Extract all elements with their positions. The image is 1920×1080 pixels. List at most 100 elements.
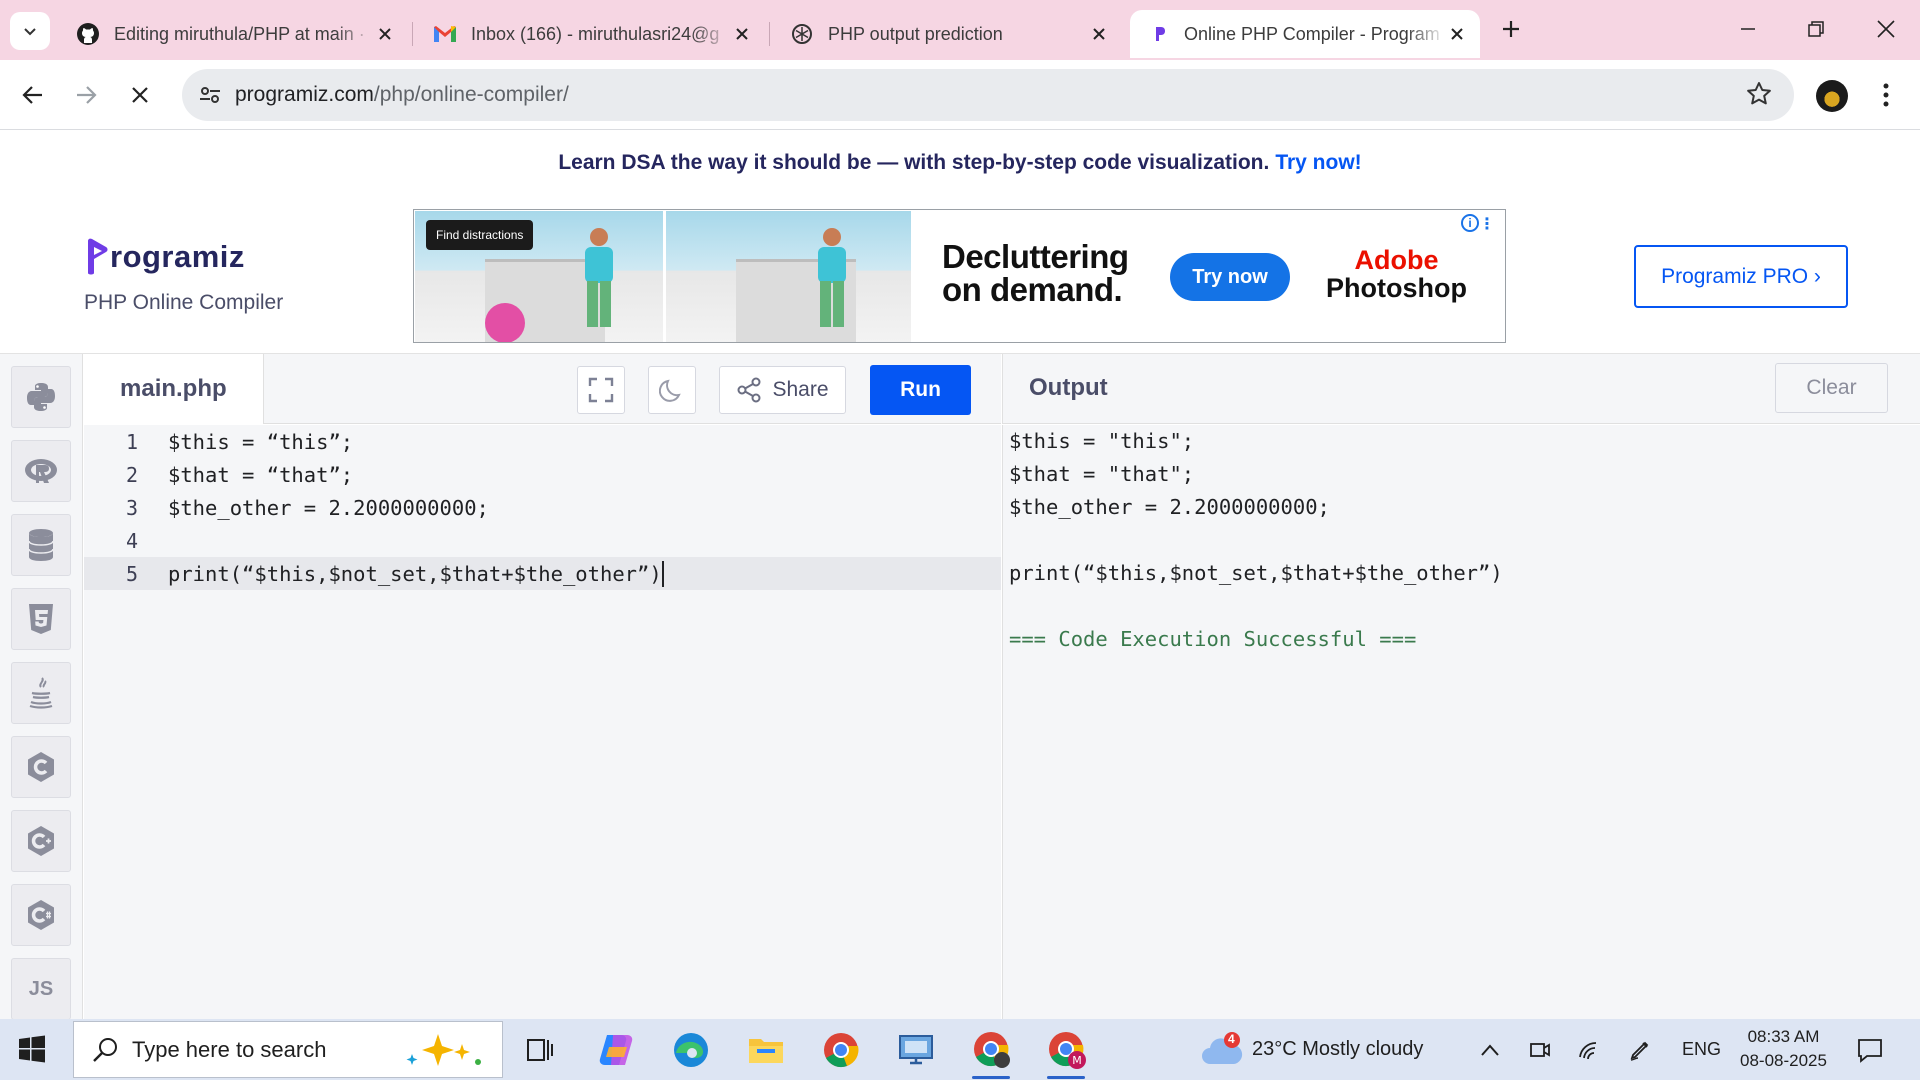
output-line: $the_other = 2.2000000000; xyxy=(1009,495,1330,519)
line-number: 5 xyxy=(125,561,138,586)
weather-widget[interactable]: 4 23°C Mostly cloudy xyxy=(1200,1019,1423,1080)
forward-button[interactable] xyxy=(68,77,104,113)
line-number: 2 xyxy=(125,462,138,487)
ad-menu-icon[interactable]: ⋮ xyxy=(1479,214,1495,234)
dark-mode-button[interactable] xyxy=(648,366,696,414)
tab-title: Inbox (166) - miruthulasri24@g xyxy=(471,23,720,44)
close-tab-icon[interactable] xyxy=(1446,23,1468,45)
edge-app[interactable] xyxy=(669,1028,713,1072)
output-line: $that = "that"; xyxy=(1009,462,1195,486)
close-tab-icon[interactable] xyxy=(374,23,396,45)
line-code: print(“$this,$not_set,$that+$the_other”) xyxy=(168,561,662,586)
code-editor[interactable]: 1 $this = “this”; 2 $that = “that”; 3 $t… xyxy=(84,425,1001,1019)
new-tab-button[interactable] xyxy=(1496,14,1526,44)
rail-js[interactable]: JS xyxy=(11,958,71,1020)
execution-status: === Code Execution Successful === xyxy=(1009,627,1417,651)
back-button[interactable] xyxy=(15,77,51,113)
rail-html[interactable] xyxy=(11,588,71,650)
meet-now-button[interactable] xyxy=(1518,1028,1562,1072)
tab-title: Online PHP Compiler - Program xyxy=(1184,23,1440,44)
programiz-icon xyxy=(1156,27,1165,41)
tab-search-button[interactable] xyxy=(10,12,50,50)
rail-csharp[interactable] xyxy=(11,884,71,946)
chrome-profile-app[interactable] xyxy=(970,1028,1014,1072)
site-settings-icon[interactable] xyxy=(196,81,224,109)
chatgpt-icon xyxy=(792,24,812,44)
js-icon: JS xyxy=(28,977,54,1000)
share-button[interactable]: Share xyxy=(719,366,846,414)
remote-desktop-app[interactable] xyxy=(894,1028,938,1072)
minimize-icon xyxy=(1741,28,1755,30)
promo-banner: Learn DSA the way it should be — with st… xyxy=(0,151,1920,175)
search-icon xyxy=(93,1038,117,1062)
code-line: 4 xyxy=(84,524,1001,557)
network-button[interactable] xyxy=(1568,1028,1612,1072)
rail-sql[interactable] xyxy=(11,514,71,576)
rail-cpp[interactable] xyxy=(11,810,71,872)
copilot-icon xyxy=(599,1035,633,1065)
rail-java[interactable] xyxy=(11,662,71,724)
copilot-app[interactable] xyxy=(594,1028,638,1072)
ad-image xyxy=(666,211,911,342)
start-button[interactable] xyxy=(18,1035,46,1068)
share-label: Share xyxy=(772,378,829,401)
browser-menu-button[interactable] xyxy=(1876,80,1896,110)
browser-tab-gmail[interactable]: Inbox (166) - miruthulasri24@g xyxy=(413,10,765,58)
notification-icon xyxy=(1858,1039,1882,1063)
close-icon xyxy=(132,87,148,103)
github-icon xyxy=(77,23,99,45)
restore-button[interactable] xyxy=(1796,14,1836,44)
browser-tab-github[interactable]: Editing miruthula/PHP at main · xyxy=(56,10,408,58)
ad-cta-button[interactable]: Try now xyxy=(1170,253,1290,301)
promo-link[interactable]: Try now! xyxy=(1275,151,1361,174)
clock-time: 08:33 AM xyxy=(1747,1027,1820,1046)
chrome-app[interactable] xyxy=(819,1028,863,1072)
windows-taskbar: Type here to search M 4 23°C Mostly clou… xyxy=(0,1019,1920,1080)
svg-text:M: M xyxy=(1072,1054,1082,1067)
task-view-button[interactable] xyxy=(518,1028,562,1072)
system-clock[interactable]: 08:33 AM 08-08-2025 xyxy=(1740,1025,1827,1073)
profile-avatar[interactable] xyxy=(1816,80,1848,112)
programiz-pro-button[interactable]: Programiz PRO › xyxy=(1634,245,1848,308)
clock-date: 08-08-2025 xyxy=(1740,1051,1827,1070)
advertisement-banner[interactable]: Find distractions Decluttering on demand… xyxy=(413,209,1506,343)
line-code: $that = “that”; xyxy=(168,462,354,487)
ad-info-icon[interactable]: i xyxy=(1461,214,1479,232)
output-toolbar: Output Clear xyxy=(1002,354,1920,424)
rail-c[interactable] xyxy=(11,736,71,798)
address-bar[interactable]: programiz.com/php/online-compiler/ xyxy=(182,69,1794,121)
close-tab-icon[interactable] xyxy=(1088,23,1110,45)
ad-tag: Find distractions xyxy=(426,220,534,250)
run-button[interactable]: Run xyxy=(870,365,971,415)
taskbar-search[interactable]: Type here to search xyxy=(73,1021,503,1078)
search-placeholder: Type here to search xyxy=(132,1036,327,1062)
show-hidden-icons-button[interactable] xyxy=(1468,1028,1512,1072)
text-cursor xyxy=(661,560,664,587)
rail-r[interactable] xyxy=(11,440,71,502)
close-window-button[interactable] xyxy=(1866,14,1906,44)
page-subtitle: PHP Online Compiler xyxy=(84,291,284,314)
code-line: 3 $the_other = 2.2000000000; xyxy=(84,491,1001,524)
browser-tab-chatgpt[interactable]: PHP output prediction xyxy=(770,10,1122,58)
programiz-logo[interactable]: rogramiz xyxy=(86,237,245,277)
input-language[interactable]: ENG xyxy=(1682,1019,1721,1080)
stop-loading-button[interactable] xyxy=(122,77,158,113)
fullscreen-button[interactable] xyxy=(577,366,625,414)
ad-brand: Adobe Photoshop xyxy=(1326,245,1467,303)
file-tab-main[interactable]: main.php xyxy=(84,354,264,424)
rail-python[interactable] xyxy=(11,366,71,428)
notifications-button[interactable] xyxy=(1848,1028,1892,1072)
promo-text: Learn DSA the way it should be — with st… xyxy=(558,151,1270,174)
clear-button[interactable]: Clear xyxy=(1775,363,1888,413)
close-icon xyxy=(1877,20,1895,38)
bookmark-star-icon[interactable] xyxy=(1746,81,1772,112)
browser-tab-programiz[interactable]: Online PHP Compiler - Program xyxy=(1130,10,1480,58)
output-line: $this = "this"; xyxy=(1009,429,1195,453)
ad-image: Find distractions xyxy=(415,211,663,342)
close-tab-icon[interactable] xyxy=(731,23,753,45)
share-icon xyxy=(737,377,761,403)
pen-menu-button[interactable] xyxy=(1618,1028,1662,1072)
minimize-button[interactable] xyxy=(1728,14,1768,44)
file-explorer-app[interactable] xyxy=(744,1028,788,1072)
chrome-profile-m-app[interactable]: M xyxy=(1045,1028,1089,1072)
